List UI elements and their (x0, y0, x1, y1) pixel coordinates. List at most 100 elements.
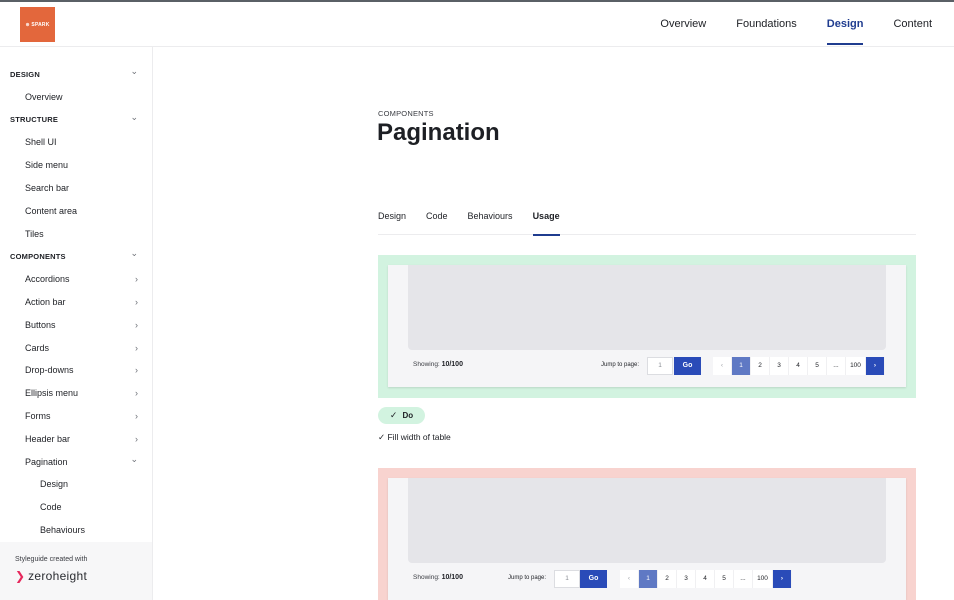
chevron-right-icon[interactable]: › (135, 364, 138, 376)
top-header: ⊕ SPARK Overview Foundations Design Cont… (0, 2, 954, 47)
sidebar-item-shell-ui[interactable]: Shell UI (0, 131, 152, 153)
sidebar-item-label: STRUCTURE (10, 115, 59, 125)
spark-logo[interactable]: ⊕ SPARK (20, 7, 55, 42)
page-button-1[interactable]: 1 (639, 570, 658, 588)
showing-value: 10/100 (441, 361, 463, 368)
sidebar-item-overview[interactable]: Overview (0, 86, 152, 108)
go-button[interactable]: Go (674, 357, 701, 375)
sidebar-section-components[interactable]: COMPONENTS ⌄ (0, 245, 152, 267)
table-placeholder (408, 478, 886, 563)
chevron-right-icon[interactable]: › (135, 433, 138, 445)
page-button-4[interactable]: 4 (696, 570, 715, 588)
sidebar-item-action-bar[interactable]: Action bar › (0, 291, 152, 313)
sidebar-item-label: Shell UI (25, 137, 57, 148)
do-badge-label: Do (402, 411, 414, 420)
chevron-down-icon[interactable]: ⌄ (130, 247, 138, 259)
sidebar-item-pagination[interactable]: Pagination ⌄ (0, 451, 152, 473)
page-button-5[interactable]: 5 (715, 570, 734, 588)
sidebar-item-ellipsis-menu[interactable]: Ellipsis menu › (0, 382, 152, 404)
sidebar-item-label: Cards (25, 342, 50, 353)
chevron-down-icon[interactable]: ⌄ (130, 65, 138, 77)
next-page-button[interactable]: › (866, 357, 885, 375)
sidebar-item-forms[interactable]: Forms › (0, 405, 152, 427)
topnav-design[interactable]: Design (826, 2, 863, 47)
chevron-down-icon[interactable]: ⌄ (130, 111, 138, 123)
sidebar-item-cards[interactable]: Cards › (0, 337, 152, 359)
chevron-right-icon[interactable]: › (135, 296, 138, 308)
jump-to-page-label: Jump to page: (601, 362, 640, 368)
sidebar-footer: Styleguide created with ❯ zeroheight (0, 542, 152, 600)
showing-value: 10/100 (441, 574, 463, 581)
sidebar-section-structure[interactable]: STRUCTURE ⌄ (0, 109, 152, 131)
tab-design[interactable]: Design (378, 204, 406, 235)
sidebar-item-side-menu[interactable]: Side menu (0, 154, 152, 176)
page-button-1[interactable]: 1 (732, 357, 751, 375)
sidebar-item-accordions[interactable]: Accordions › (0, 268, 152, 290)
page-button-3[interactable]: 3 (770, 357, 789, 375)
page-button-4[interactable]: 4 (789, 357, 808, 375)
chevron-down-icon[interactable]: ⌄ (130, 453, 138, 465)
prev-page-button[interactable]: ‹ (713, 357, 732, 375)
example-card: Showing: 10/100 Jump to page: 1 Go ‹ 1 2… (388, 478, 906, 600)
topnav-content[interactable]: Content (893, 2, 932, 47)
sidebar-item-label: Header bar (25, 433, 71, 444)
sidebar-item-label: Behaviours (40, 525, 86, 535)
top-nav: Overview Foundations Design Content (630, 2, 932, 47)
topnav-overview[interactable]: Overview (660, 2, 706, 47)
topnav-foundations[interactable]: Foundations (736, 2, 797, 47)
sidebar-item-label: Action bar (25, 297, 66, 307)
page-button-100[interactable]: 100 (753, 570, 773, 588)
sidebar-item-code[interactable]: Code (0, 496, 152, 518)
tab-usage[interactable]: Usage (532, 204, 560, 236)
page-button-5[interactable]: 5 (808, 357, 827, 375)
next-page-button[interactable]: › (773, 570, 792, 588)
sidebar-item-drop-downs[interactable]: Drop-downs › (0, 359, 152, 381)
sidebar-item-behaviours[interactable]: Behaviours (0, 519, 152, 541)
zeroheight-link[interactable]: ❯ zeroheight (15, 569, 87, 583)
sidebar-item-label: Forms (25, 411, 51, 421)
sidebar-item-header-bar[interactable]: Header bar › (0, 428, 152, 450)
tab-behaviours[interactable]: Behaviours (468, 204, 513, 235)
sidebar-item-search-bar[interactable]: Search bar (0, 177, 152, 199)
sidebar-item-label: Pagination (25, 456, 68, 467)
page-button-3[interactable]: 3 (677, 570, 696, 588)
sidebar-item-label: Accordions (25, 274, 70, 285)
table-placeholder (408, 265, 886, 350)
page-eyebrow: COMPONENTS (378, 109, 434, 118)
do-badge: ✓ Do (378, 407, 425, 424)
chevron-right-icon[interactable]: › (135, 319, 138, 331)
page-ellipsis: ... (734, 570, 753, 588)
page-button-2[interactable]: 2 (751, 357, 770, 375)
chevron-right-icon[interactable]: › (135, 342, 138, 354)
page-button-100[interactable]: 100 (846, 357, 866, 375)
chevron-right-icon[interactable]: › (135, 387, 138, 399)
prev-page-button[interactable]: ‹ (620, 570, 639, 588)
go-button[interactable]: Go (580, 570, 607, 588)
sidebar-item-label: Content area (25, 205, 78, 216)
sidebar-item-label: Buttons (25, 319, 56, 330)
sidebar-item-label: DESIGN (10, 69, 40, 79)
sidebar-item-design[interactable]: Design (0, 473, 152, 495)
sidebar-item-label: Code (40, 502, 62, 513)
showing-count: Showing: 10/100 (413, 361, 463, 368)
chevron-right-icon[interactable]: › (135, 410, 138, 422)
jump-to-page-input[interactable]: 1 (554, 570, 580, 588)
tab-bar: Design Code Behaviours Usage (378, 204, 916, 236)
jump-to-page-label: Jump to page: (508, 575, 547, 581)
sidebar-section-design[interactable]: DESIGN ⌄ (0, 63, 152, 85)
sidebar-item-label: COMPONENTS (10, 251, 66, 261)
page-buttons: ‹ 1 2 3 4 5 ... 100 › (713, 357, 885, 375)
guidance-text: ✓ Fill width of table (378, 432, 451, 442)
tab-code[interactable]: Code (426, 204, 448, 235)
page-button-2[interactable]: 2 (658, 570, 677, 588)
jump-to-page-input[interactable]: 1 (647, 357, 673, 375)
showing-label: Showing: (413, 361, 440, 368)
page-ellipsis: ... (827, 357, 846, 375)
sidebar-item-buttons[interactable]: Buttons › (0, 314, 152, 336)
sidebar-item-tiles[interactable]: Tiles (0, 223, 152, 245)
showing-count: Showing: 10/100 (413, 574, 463, 581)
chevron-right-icon[interactable]: › (135, 273, 138, 285)
sidebar-item-content-area[interactable]: Content area (0, 200, 152, 222)
page-buttons: ‹ 1 2 3 4 5 ... 100 › (620, 570, 792, 588)
made-with-label: Styleguide created with (15, 556, 88, 563)
